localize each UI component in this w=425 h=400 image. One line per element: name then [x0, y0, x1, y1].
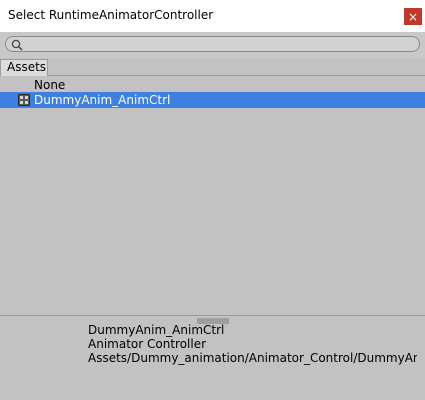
search-field[interactable] [5, 36, 420, 52]
tab-assets[interactable]: Assets [0, 59, 48, 76]
preview-panel: DummyAnim_AnimCtrl Animator Controller A… [0, 316, 425, 400]
animator-controller-icon [18, 94, 30, 106]
list-item-label: DummyAnim_AnimCtrl [34, 93, 171, 107]
search-input[interactable] [26, 37, 414, 51]
list-item-selected[interactable]: DummyAnim_AnimCtrl [0, 92, 425, 108]
asset-list: None DummyAnim_AnimCtrl [0, 76, 425, 315]
title-bar: Select RuntimeAnimatorController × [0, 0, 425, 32]
list-item-none[interactable]: None [0, 77, 425, 93]
close-button[interactable]: × [404, 8, 422, 25]
resize-grip-icon[interactable] [197, 318, 229, 324]
preview-asset-path: Assets/Dummy_animation/Animator_Control/… [88, 351, 417, 365]
preview-asset-type: Animator Controller [88, 337, 207, 351]
preview-asset-name: DummyAnim_AnimCtrl [88, 323, 225, 337]
search-icon [11, 39, 23, 51]
close-icon: × [407, 9, 419, 24]
window-title: Select RuntimeAnimatorController [8, 8, 214, 22]
search-toolbar [0, 32, 425, 58]
list-item-label: None [34, 78, 66, 92]
tab-strip: Assets [0, 58, 425, 76]
